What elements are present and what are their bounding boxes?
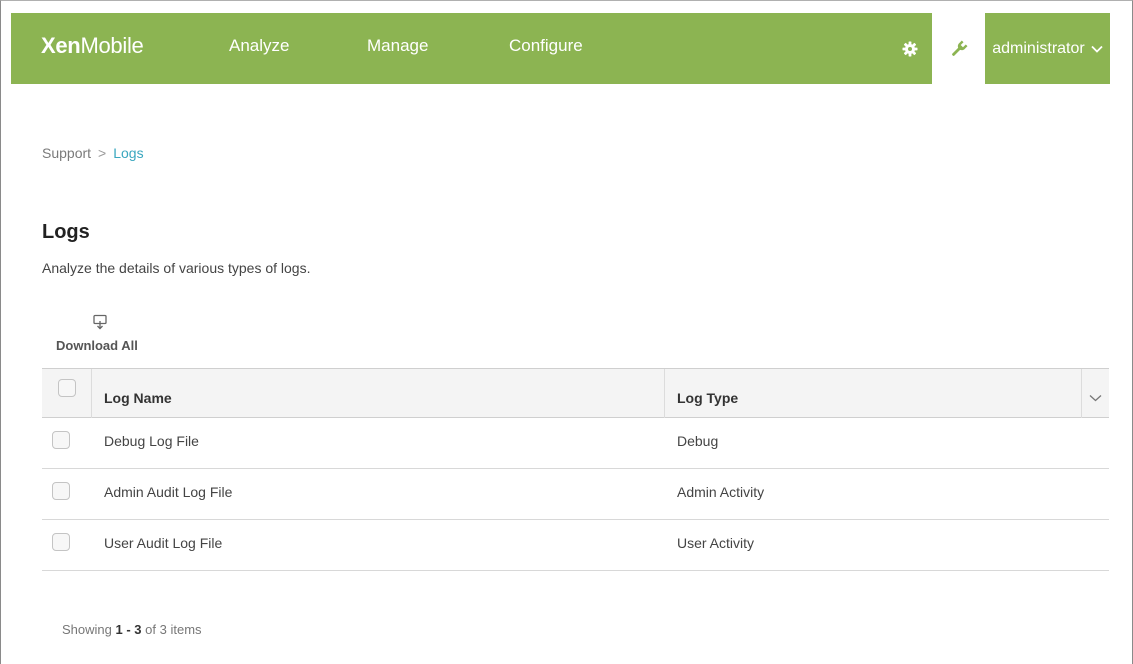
- select-all-cell: [42, 369, 92, 418]
- pagination-summary: Showing 1 - 3 of 3 items: [62, 622, 202, 637]
- top-nav-bar: XenMobile Analyze Manage Configure admin…: [11, 13, 1110, 84]
- table-row[interactable]: User Audit Log File User Activity: [42, 520, 1109, 571]
- breadcrumb-separator: >: [98, 145, 107, 161]
- column-options-button[interactable]: [1082, 369, 1109, 418]
- gear-icon: [902, 41, 917, 56]
- row-checkbox[interactable]: [52, 533, 70, 551]
- page-title: Logs: [42, 221, 90, 243]
- pager-suffix: items: [170, 622, 202, 637]
- chevron-down-icon: [1091, 45, 1103, 53]
- download-icon: [93, 314, 107, 330]
- log-type-cell: Admin Activity: [677, 484, 765, 500]
- brand-light: Mobile: [80, 33, 144, 58]
- row-checkbox[interactable]: [52, 482, 70, 500]
- breadcrumb: Support > Logs: [42, 145, 144, 161]
- support-button[interactable]: [932, 13, 985, 84]
- pager-of: of: [145, 622, 156, 637]
- select-all-checkbox[interactable]: [57, 379, 76, 397]
- brand-bold: Xen: [41, 33, 81, 58]
- download-all-label: Download All: [56, 338, 138, 353]
- row-checkbox[interactable]: [52, 431, 70, 449]
- table-header: Log Name Log Type: [42, 368, 1109, 418]
- log-type-cell: Debug: [677, 433, 719, 449]
- chevron-down-icon: [1089, 394, 1102, 401]
- nav-analyze[interactable]: Analyze: [229, 36, 289, 56]
- user-menu[interactable]: administrator: [985, 13, 1110, 84]
- nav-configure[interactable]: Configure: [509, 36, 583, 56]
- user-name: administrator: [992, 39, 1085, 57]
- log-name-cell: Admin Audit Log File: [104, 484, 233, 500]
- table-row[interactable]: Debug Log File Debug: [42, 418, 1109, 469]
- logs-table: Log Name Log Type Debug Log File Debug A…: [42, 368, 1109, 571]
- settings-button[interactable]: [887, 13, 932, 84]
- log-type-cell: User Activity: [677, 535, 755, 551]
- log-name-cell: Debug Log File: [104, 433, 199, 449]
- page-subtitle: Analyze the details of various types of …: [42, 260, 311, 276]
- log-name-cell: User Audit Log File: [104, 535, 223, 551]
- pager-range: 1 - 3: [115, 622, 142, 637]
- wrench-icon: [951, 40, 967, 56]
- pager-prefix: Showing: [62, 622, 112, 637]
- download-all-button[interactable]: Download All: [56, 314, 148, 356]
- column-header-log-type[interactable]: Log Type: [665, 369, 1082, 418]
- nav-manage[interactable]: Manage: [367, 36, 428, 56]
- xenmobile-logo[interactable]: XenMobile: [41, 33, 144, 59]
- breadcrumb-logs[interactable]: Logs: [113, 145, 143, 161]
- pager-total: 3: [159, 622, 167, 637]
- breadcrumb-support[interactable]: Support: [42, 145, 91, 161]
- table-row[interactable]: Admin Audit Log File Admin Activity: [42, 469, 1109, 520]
- column-header-log-name[interactable]: Log Name: [92, 369, 665, 418]
